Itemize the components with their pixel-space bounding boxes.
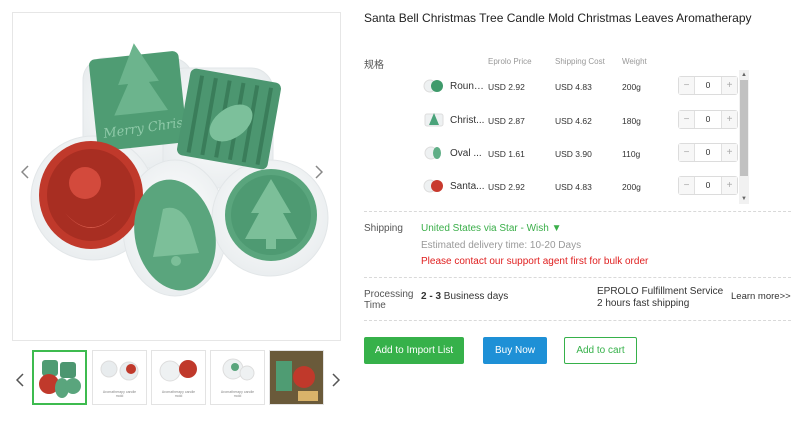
variant-name: Santa... — [450, 181, 485, 192]
decrement-button[interactable]: − — [679, 144, 694, 161]
thumbnail-3[interactable]: Aromatherapy candle mold — [151, 350, 206, 405]
chevron-right-icon — [332, 373, 340, 387]
shipping-method-select[interactable]: United States via Star - Wish ▼ — [421, 223, 562, 234]
variant-price: USD 2.92 — [488, 182, 525, 192]
scrollbar-thumb[interactable] — [740, 80, 748, 176]
quantity-stepper: − 0 + — [678, 176, 738, 195]
variant-thumbnail — [424, 113, 444, 127]
column-header-weight: Weight — [622, 57, 647, 66]
processing-days-unit: Business days — [443, 291, 509, 302]
variant-thumbnail — [423, 179, 443, 193]
thumbnail-caption: Aromatherapy candle mold — [102, 390, 137, 398]
variant-shipping-cost: USD 4.83 — [555, 182, 592, 192]
variant-row[interactable]: Round... USD 2.92 USD 4.83 200g − 0 + — [364, 71, 740, 101]
quantity-stepper: − 0 + — [678, 143, 738, 162]
scroll-down-icon[interactable]: ▼ — [740, 195, 748, 203]
fulfillment-service: EPROLO Fulfillment Service 2 hours fast … — [597, 286, 723, 310]
processing-days-range: 2 - 3 — [421, 291, 442, 302]
thumbnail-caption: Aromatherapy candle mold — [161, 390, 196, 398]
candle-mold-illustration: Merry Christmas — [30, 43, 329, 297]
thumbs-prev-arrow[interactable] — [10, 368, 30, 392]
increment-button[interactable]: + — [722, 144, 737, 161]
chevron-right-icon — [315, 165, 323, 179]
variants-list[interactable]: Round... USD 2.92 USD 4.83 200g − 0 + Ch… — [364, 70, 749, 204]
variant-shipping-cost: USD 4.83 — [555, 82, 592, 92]
thumbnail-image — [270, 351, 323, 404]
section-divider — [364, 320, 791, 321]
thumbnail-image — [159, 360, 197, 382]
product-title: Santa Bell Christmas Tree Candle Mold Ch… — [364, 11, 752, 25]
variant-shipping-cost: USD 3.90 — [555, 149, 592, 159]
variant-weight: 200g — [622, 182, 641, 192]
variant-name: Oval ... — [450, 148, 482, 159]
add-to-import-list-button[interactable]: Add to Import List — [364, 337, 464, 364]
decrement-button[interactable]: − — [679, 111, 694, 128]
variant-row[interactable]: Santa... USD 2.92 USD 4.83 200g − 0 + — [364, 171, 740, 201]
delivery-estimate: Estimated delivery time: 10-20 Days — [421, 240, 582, 251]
thumbnail-image — [100, 360, 139, 381]
variant-weight: 180g — [622, 116, 641, 126]
variant-price: USD 2.87 — [488, 116, 525, 126]
fulfillment-service-name: EPROLO Fulfillment Service — [597, 286, 724, 297]
increment-button[interactable]: + — [722, 177, 737, 194]
variant-name: Christ... — [450, 115, 485, 126]
processing-time-label: Processing Time — [364, 289, 414, 311]
increment-button[interactable]: + — [722, 111, 737, 128]
prev-image-arrow[interactable] — [21, 165, 41, 189]
buy-now-button[interactable]: Buy Now — [483, 337, 547, 364]
increment-button[interactable]: + — [722, 77, 737, 94]
fulfillment-service-detail: 2 hours fast shipping — [597, 298, 690, 309]
learn-more-link[interactable]: Learn more>> — [731, 291, 791, 302]
next-image-arrow[interactable] — [315, 165, 335, 189]
chevron-left-icon — [16, 373, 24, 387]
thumbnail-caption: Aromatherapy candle mold — [220, 390, 255, 398]
variant-thumbnail — [423, 79, 443, 93]
variants-label: 规格 — [364, 60, 384, 71]
column-header-price: Eprolo Price — [488, 57, 532, 66]
section-divider — [364, 277, 791, 278]
add-to-cart-button[interactable]: Add to cart — [564, 337, 637, 364]
section-divider — [364, 211, 791, 212]
variant-price: USD 2.92 — [488, 82, 525, 92]
chevron-left-icon — [21, 165, 29, 179]
thumbnail-5[interactable] — [269, 350, 324, 405]
main-product-image[interactable]: Merry Christmas — [12, 12, 341, 341]
variant-name: Round... — [450, 81, 486, 92]
variant-weight: 200g — [622, 82, 641, 92]
quantity-input[interactable]: 0 — [694, 144, 722, 161]
quantity-input[interactable]: 0 — [694, 77, 722, 94]
thumbs-next-arrow[interactable] — [326, 368, 346, 392]
thumbnail-strip: Aromatherapy candle mold Aromatherapy ca… — [12, 350, 341, 412]
processing-days: 2 - 3 Business days — [421, 291, 508, 302]
variant-shipping-cost: USD 4.62 — [555, 116, 592, 126]
shipping-label: Shipping — [364, 223, 403, 234]
scroll-up-icon[interactable]: ▲ — [740, 71, 748, 79]
thumbnail-2[interactable]: Aromatherapy candle mold — [92, 350, 147, 405]
variant-row[interactable]: Oval ... USD 1.61 USD 3.90 110g − 0 + — [364, 138, 740, 168]
bulk-order-warning: Please contact our support agent first f… — [421, 256, 649, 267]
thumbnail-image — [39, 360, 81, 398]
variant-thumbnail — [424, 146, 441, 160]
variant-weight: 110g — [622, 149, 641, 159]
thumbnail-1[interactable] — [32, 350, 87, 405]
quantity-stepper: − 0 + — [678, 110, 738, 129]
thumbnail-image — [222, 358, 255, 381]
variant-price: USD 1.61 — [488, 149, 525, 159]
quantity-input[interactable]: 0 — [694, 111, 722, 128]
quantity-stepper: − 0 + — [678, 76, 738, 95]
variant-row[interactable]: Christ... USD 2.87 USD 4.62 180g − 0 + — [364, 105, 740, 135]
column-header-shipping: Shipping Cost — [555, 57, 605, 66]
quantity-input[interactable]: 0 — [694, 177, 722, 194]
thumbnail-4[interactable]: Aromatherapy candle mold — [210, 350, 265, 405]
decrement-button[interactable]: − — [679, 177, 694, 194]
decrement-button[interactable]: − — [679, 77, 694, 94]
variants-scrollbar[interactable]: ▲ ▼ — [739, 70, 749, 204]
